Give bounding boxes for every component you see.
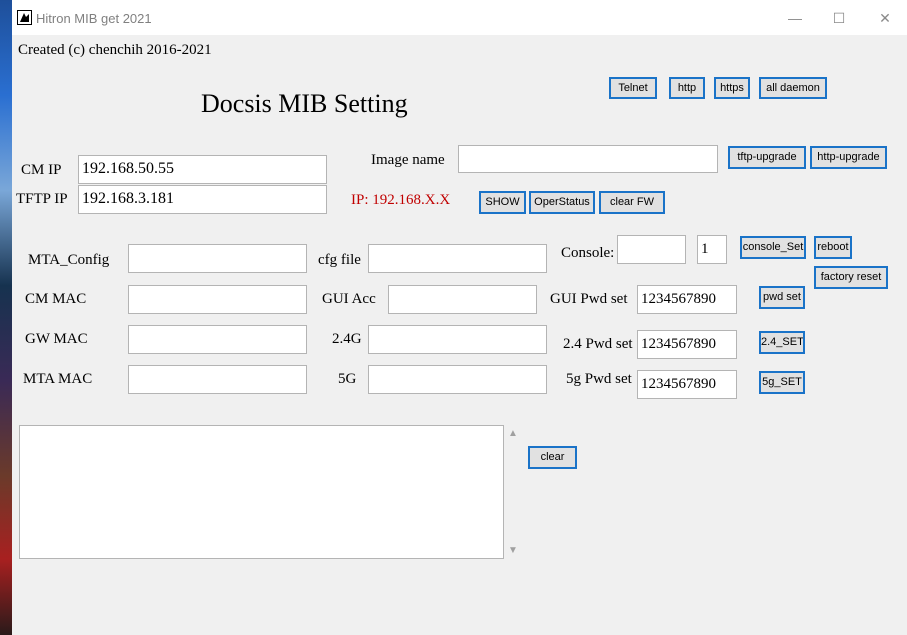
pwd-24-input[interactable]: 1234567890 [637, 330, 737, 359]
wifi-5g-label: 5G [338, 371, 357, 387]
ip-hint-text: IP: 192.168.X.X [351, 192, 451, 208]
mta-mac-label: MTA MAC [23, 371, 93, 387]
http-upgrade-button[interactable]: http-upgrade [810, 146, 887, 169]
mta-config-label: MTA_Config [28, 252, 110, 268]
pwd-5g-input[interactable]: 1234567890 [637, 370, 737, 399]
tftp-upgrade-button[interactable]: tftp-upgrade [728, 146, 806, 169]
all-daemon-button[interactable]: all daemon [759, 77, 827, 99]
desktop-background-strip [0, 0, 12, 635]
pwd-24-label: 2.4 Pwd set [563, 336, 633, 352]
set-5g-button[interactable]: 5g_SET [759, 371, 805, 394]
cm-mac-input[interactable] [128, 285, 307, 314]
gui-acc-input[interactable] [388, 285, 537, 314]
telnet-button[interactable]: Telnet [609, 77, 657, 99]
app-window: Hitron MIB get 2021 — ☐ ✕ Created (c) ch… [12, 0, 907, 635]
gui-acc-label: GUI Acc [322, 291, 376, 307]
console-number-input[interactable]: 1 [697, 235, 727, 264]
window-title: Hitron MIB get 2021 [36, 11, 152, 26]
wifi-24g-label: 2.4G [332, 331, 362, 347]
pwd-5g-label: 5g Pwd set [566, 371, 632, 387]
set-24-button[interactable]: 2.4_SET [759, 331, 805, 354]
minimize-button[interactable]: — [773, 3, 817, 33]
https-button[interactable]: https [714, 77, 750, 99]
gw-mac-label: GW MAC [25, 331, 88, 347]
reboot-button[interactable]: reboot [814, 236, 852, 259]
clear-fw-button[interactable]: clear FW [599, 191, 665, 214]
cm-mac-label: CM MAC [25, 291, 87, 307]
cm-ip-label: CM IP [21, 162, 62, 178]
image-name-label: Image name [371, 152, 445, 168]
pwd-set-button[interactable]: pwd set [759, 286, 805, 309]
gui-pwd-input[interactable]: 1234567890 [637, 285, 737, 314]
image-name-input[interactable] [458, 145, 718, 173]
http-button[interactable]: http [669, 77, 705, 99]
console-input[interactable] [617, 235, 686, 264]
page-heading: Docsis MIB Setting [201, 89, 408, 118]
tftp-ip-input[interactable]: 192.168.3.181 [78, 185, 327, 214]
console-set-button[interactable]: console_Set [740, 236, 806, 259]
maximize-button[interactable]: ☐ [817, 3, 861, 33]
operstatus-button[interactable]: OperStatus [529, 191, 595, 214]
scroll-up-icon[interactable]: ▲ [507, 428, 519, 439]
show-button[interactable]: SHOW [479, 191, 526, 214]
mta-mac-input[interactable] [128, 365, 307, 394]
wifi-24g-input[interactable] [368, 325, 547, 354]
cfg-file-label: cfg file [318, 252, 361, 268]
close-button[interactable]: ✕ [863, 3, 907, 33]
credit-text: Created (c) chenchih 2016-2021 [18, 42, 212, 58]
console-label: Console: [561, 245, 615, 261]
factory-reset-button[interactable]: factory reset [814, 266, 888, 289]
gui-pwd-label: GUI Pwd set [550, 291, 628, 307]
wifi-5g-input[interactable] [368, 365, 547, 394]
scroll-down-icon[interactable]: ▼ [507, 545, 519, 556]
mta-config-input[interactable] [128, 244, 307, 273]
title-bar[interactable]: Hitron MIB get 2021 — ☐ ✕ [12, 0, 907, 35]
tftp-ip-label: TFTP IP [16, 191, 68, 207]
clear-button[interactable]: clear [528, 446, 577, 469]
cm-ip-input[interactable]: 192.168.50.55 [78, 155, 327, 184]
gw-mac-input[interactable] [128, 325, 307, 354]
cfg-file-input[interactable] [368, 244, 547, 273]
app-icon [17, 10, 32, 25]
output-textarea[interactable] [19, 425, 504, 559]
